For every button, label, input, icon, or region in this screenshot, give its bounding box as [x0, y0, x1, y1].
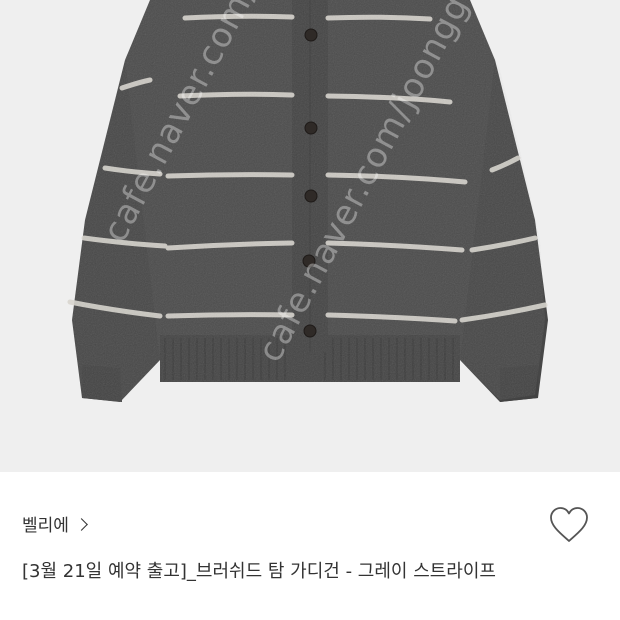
product-info: 벨리에 [3월 21일 예약 출고]_브러쉬드 탐 가디건 - 그레이 스트라이…	[0, 472, 620, 620]
shop-name: 벨리에	[22, 516, 69, 536]
shop-link[interactable]: 벨리에	[22, 511, 88, 536]
product-title: [3월 21일 예약 출고]_브러쉬드 탐 가디건 - 그레이 스트라이프	[22, 561, 496, 582]
favorite-button[interactable]	[548, 505, 590, 545]
cardigan-illustration	[0, 0, 620, 472]
chevron-right-icon	[75, 517, 88, 531]
product-image[interactable]: cafe.naver.com/joonggonara cafe.naver.co…	[0, 0, 620, 472]
heart-outline-icon	[550, 507, 588, 542]
